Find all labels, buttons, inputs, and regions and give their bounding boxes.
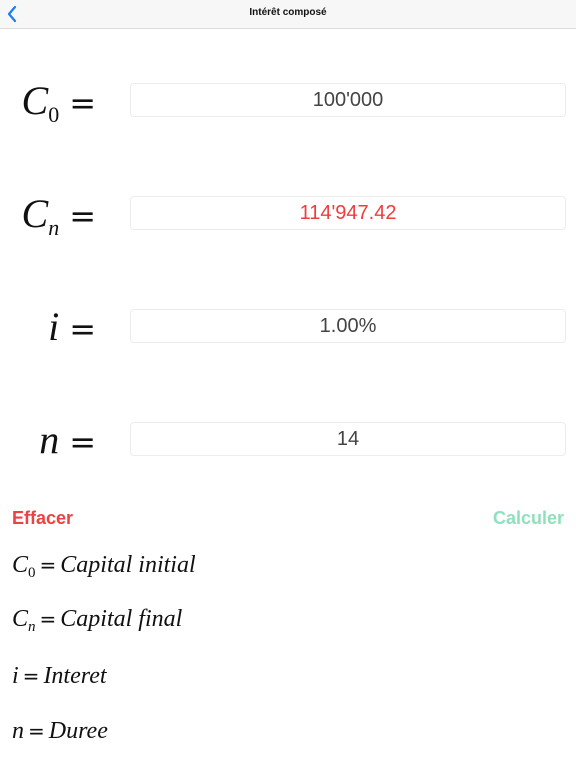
symbol: i <box>12 663 19 689</box>
clear-button[interactable]: Effacer <box>12 508 73 529</box>
legend-item: i = Interet <box>12 663 107 690</box>
legend-item: n = Duree <box>12 718 108 745</box>
duration-input[interactable]: 14 <box>130 422 566 456</box>
subscript: 0 <box>28 565 36 581</box>
legend-item: Cn = Capital final <box>12 606 182 636</box>
initial-capital-label: C0 = <box>22 77 97 128</box>
legend-text: Capital final <box>60 606 183 632</box>
symbol: n <box>12 718 24 744</box>
final-capital-input[interactable]: 114'947.42 <box>130 196 566 230</box>
duration-label: n = <box>39 416 96 463</box>
initial-capital-row: C0 = 100'000 <box>0 75 576 127</box>
symbol: C <box>12 606 29 632</box>
equals-sign: = <box>22 664 40 688</box>
equals-sign: = <box>69 310 96 348</box>
symbol: C <box>21 78 49 123</box>
final-capital-label: Cn = <box>22 190 97 241</box>
legend-text: Capital initial <box>60 552 196 578</box>
equals-sign: = <box>28 719 45 743</box>
subscript: n <box>28 619 36 635</box>
equals-sign: = <box>39 553 57 577</box>
legend-text: Duree <box>48 718 108 744</box>
equals-sign: = <box>69 84 96 122</box>
subscript: 0 <box>48 102 60 127</box>
legend-text: Interet <box>43 663 107 689</box>
symbol: C <box>21 191 49 236</box>
initial-capital-input[interactable]: 100'000 <box>130 83 566 117</box>
duration-row: n = 14 <box>0 414 576 462</box>
legend-item: C0 = Capital initial <box>12 552 196 582</box>
navigation-bar: Intérêt composé <box>0 0 576 29</box>
page-title: Intérêt composé <box>249 7 327 18</box>
subscript: n <box>48 215 60 240</box>
interest-row: i = 1.00% <box>0 301 576 349</box>
final-capital-row: Cn = 114'947.42 <box>0 188 576 240</box>
equals-sign: = <box>69 197 96 235</box>
equals-sign: = <box>69 423 96 461</box>
interest-label: i = <box>48 303 96 350</box>
interest-input[interactable]: 1.00% <box>130 309 566 343</box>
symbol: n <box>39 417 60 462</box>
symbol: i <box>48 304 60 349</box>
calculate-button[interactable]: Calculer <box>493 508 564 529</box>
equals-sign: = <box>39 607 57 631</box>
symbol: C <box>12 552 29 578</box>
